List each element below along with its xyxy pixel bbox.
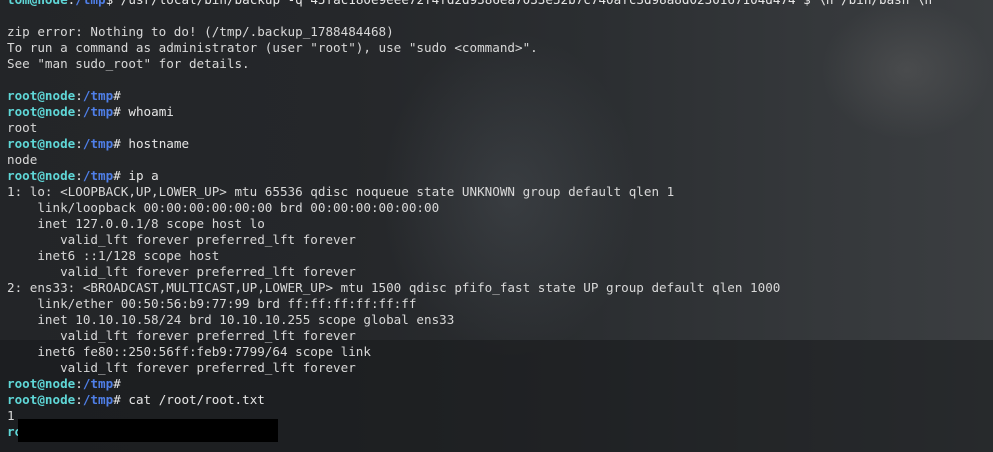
output-line: node <box>7 152 38 167</box>
output-line: valid_lft forever preferred_lft forever <box>7 360 356 375</box>
output-line: inet6 fe80::250:56ff:feb9:7799/64 scope … <box>7 344 371 359</box>
command-text: cat /root/root.txt <box>128 392 265 407</box>
prompt-symbol: $ <box>106 0 114 7</box>
output-line: root <box>7 120 38 135</box>
output-line: inet 10.10.10.58/24 brd 10.10.10.255 sco… <box>7 312 455 327</box>
output-line: valid_lft forever preferred_lft forever <box>7 328 356 343</box>
prompt-symbol: # <box>113 88 121 103</box>
output-line: To run a command as administrator (user … <box>7 40 538 55</box>
prompt-path: /tmp <box>82 392 114 407</box>
output-line: inet 127.0.0.1/8 scope host lo <box>7 216 265 231</box>
prompt-path: /tmp <box>82 104 114 119</box>
prompt-line: root@node:/tmp# whoami <box>7 104 174 119</box>
prompt-path: /tmp <box>82 136 114 151</box>
prompt-user: root@node <box>7 392 76 407</box>
prompt-user: root@node <box>7 376 76 391</box>
output-line: link/ether 00:50:56:b9:77:99 brd ff:ff:f… <box>7 296 417 311</box>
prompt-symbol: # <box>113 136 121 151</box>
prompt-symbol: # <box>113 168 121 183</box>
prompt-user: root@node <box>7 104 76 119</box>
command-text: hostname <box>128 136 190 151</box>
prompt-symbol: # <box>113 392 121 407</box>
prompt-user: root@node <box>7 88 76 103</box>
prompt-line: root@node:/tmp# <box>7 376 121 391</box>
output-line: 1: lo: <LOOPBACK,UP,LOWER_UP> mtu 65536 … <box>7 184 675 199</box>
output-line: valid_lft forever preferred_lft forever <box>7 232 356 247</box>
prompt-path: /tmp <box>82 376 114 391</box>
redaction-box <box>18 419 278 442</box>
command-text: ip a <box>128 168 159 183</box>
prompt-path: /tmp <box>82 168 114 183</box>
output-line: 2: ens33: <BROADCAST,MULTICAST,UP,LOWER_… <box>7 280 781 295</box>
output-line: valid_lft forever preferred_lft forever <box>7 264 356 279</box>
prompt-line: root@node:/tmp# hostname <box>7 136 190 151</box>
prompt-line: root@node:/tmp# cat /root/root.txt <box>7 392 265 407</box>
prompt-user: root@node <box>7 168 76 183</box>
output-line: zip error: Nothing to do! (/tmp/.backup_… <box>7 24 394 39</box>
prompt-line: root@node:/tmp# <box>7 88 121 103</box>
prompt-path: /tmp <box>82 88 114 103</box>
terminal-window[interactable]: tom@node:/tmp$ /usr/local/bin/backup -q … <box>0 0 993 452</box>
prompt-line: tom@node:/tmp$ /usr/local/bin/backup -q … <box>7 0 940 8</box>
command-text: /usr/local/bin/backup -q 45fac180e9eee72… <box>121 0 940 7</box>
output-line: inet6 ::1/128 scope host <box>7 248 220 263</box>
prompt-line: root@node:/tmp# ip a <box>7 168 159 183</box>
prompt-path: /tmp <box>75 0 105 7</box>
terminal-output: tom@node:/tmp$ /usr/local/bin/backup -q … <box>7 0 940 440</box>
prompt-user: root@node <box>7 136 76 151</box>
prompt-symbol: # <box>113 104 121 119</box>
command-text: whoami <box>128 104 174 119</box>
prompt-symbol: # <box>113 376 121 391</box>
output-line: See "man sudo_root" for details. <box>7 56 250 71</box>
output-line: link/loopback 00:00:00:00:00:00 brd 00:0… <box>7 200 440 215</box>
prompt-user: tom@node <box>7 0 68 7</box>
